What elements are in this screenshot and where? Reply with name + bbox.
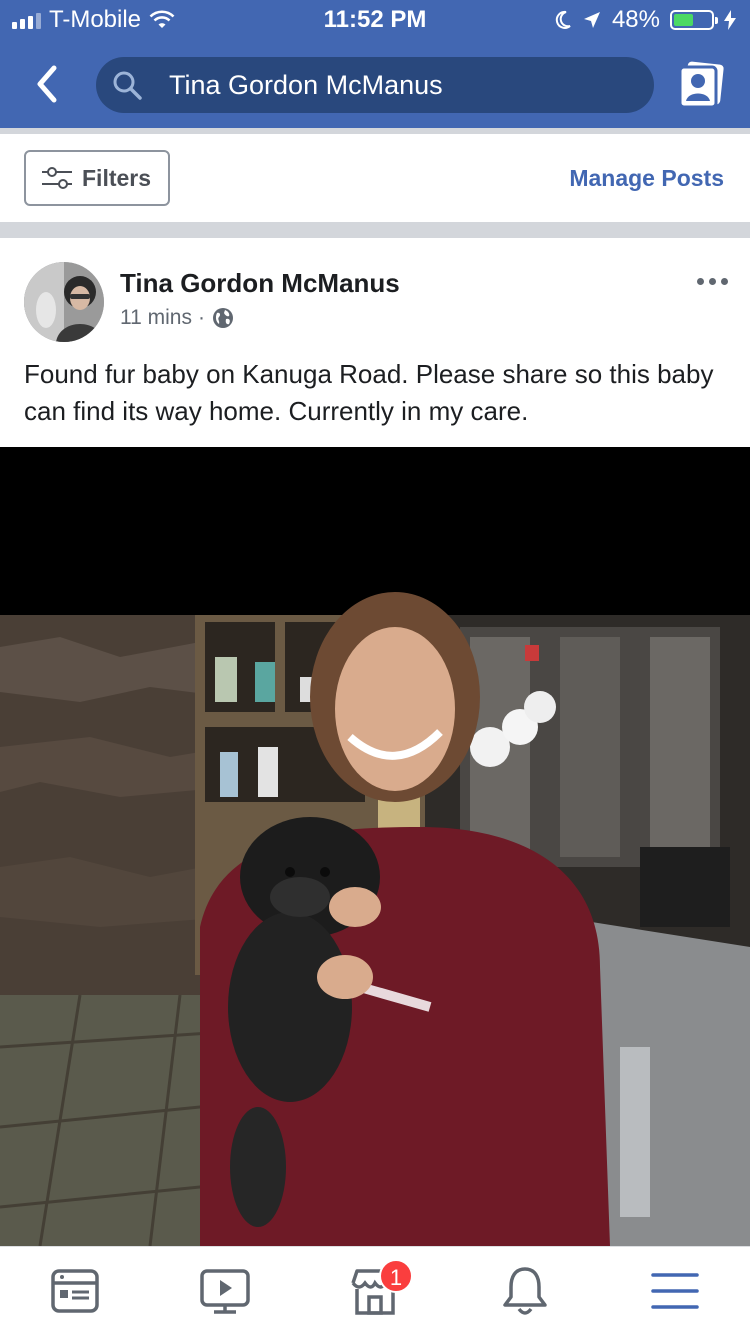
post-card: Tina Gordon McManus 11 mins · Found fur … bbox=[0, 238, 750, 1246]
moon-icon bbox=[555, 10, 571, 29]
divider bbox=[0, 222, 750, 238]
back-button[interactable] bbox=[26, 62, 70, 106]
notifications-bell-icon bbox=[503, 1267, 547, 1315]
top-bar: T-Mobile 11:52 PM 48% Tina Gordon McManu… bbox=[0, 0, 750, 128]
menu-icon bbox=[651, 1273, 699, 1309]
bottom-nav: 1 bbox=[0, 1246, 750, 1334]
notifications-tab[interactable] bbox=[497, 1263, 553, 1319]
post-text: Found fur baby on Kanuga Road. Please sh… bbox=[24, 359, 714, 426]
filters-label: Filters bbox=[82, 164, 152, 191]
post-photo[interactable] bbox=[0, 447, 750, 1246]
profile-card-icon bbox=[678, 61, 724, 109]
marketplace-tab[interactable]: 1 bbox=[347, 1259, 413, 1319]
battery-icon bbox=[670, 10, 718, 30]
filters-button[interactable]: Filters bbox=[24, 150, 170, 206]
meta-separator: · bbox=[197, 306, 205, 329]
charging-bolt-icon bbox=[724, 10, 736, 30]
news-feed-tab[interactable] bbox=[47, 1263, 103, 1319]
location-arrow-icon bbox=[583, 12, 600, 28]
more-dot bbox=[697, 278, 704, 285]
battery-nub bbox=[715, 17, 718, 24]
status-bar: T-Mobile 11:52 PM 48% bbox=[0, 0, 750, 42]
more-dot bbox=[721, 278, 728, 285]
avatar-photo bbox=[24, 262, 104, 342]
post-author[interactable]: Tina Gordon McManus bbox=[120, 268, 400, 299]
photo-scene bbox=[0, 447, 750, 1246]
post-options-button[interactable] bbox=[697, 278, 728, 285]
avatar[interactable] bbox=[24, 262, 104, 342]
menu-tab[interactable] bbox=[647, 1263, 703, 1319]
watch-tab[interactable] bbox=[197, 1263, 253, 1319]
profile-card-button[interactable] bbox=[676, 59, 728, 111]
news-feed-icon bbox=[51, 1269, 99, 1313]
chevron-left-icon bbox=[37, 65, 57, 103]
search-input[interactable]: Tina Gordon McManus bbox=[96, 57, 654, 113]
search-query: Tina Gordon McManus bbox=[169, 70, 443, 100]
battery-fill bbox=[674, 14, 694, 26]
search-icon bbox=[113, 71, 142, 100]
battery-percent: 48% bbox=[611, 6, 660, 33]
manage-posts-link[interactable]: Manage Posts bbox=[569, 165, 724, 192]
post-time[interactable]: 11 mins bbox=[120, 306, 192, 330]
status-right: 48% bbox=[554, 6, 736, 34]
post-meta: 11 mins · bbox=[120, 306, 235, 330]
filters-row: Filters Manage Posts bbox=[0, 134, 750, 222]
watch-video-icon bbox=[200, 1269, 250, 1314]
globe-icon bbox=[212, 308, 233, 328]
more-dot bbox=[709, 278, 716, 285]
sliders-icon bbox=[42, 167, 72, 189]
notification-badge: 1 bbox=[379, 1259, 413, 1293]
